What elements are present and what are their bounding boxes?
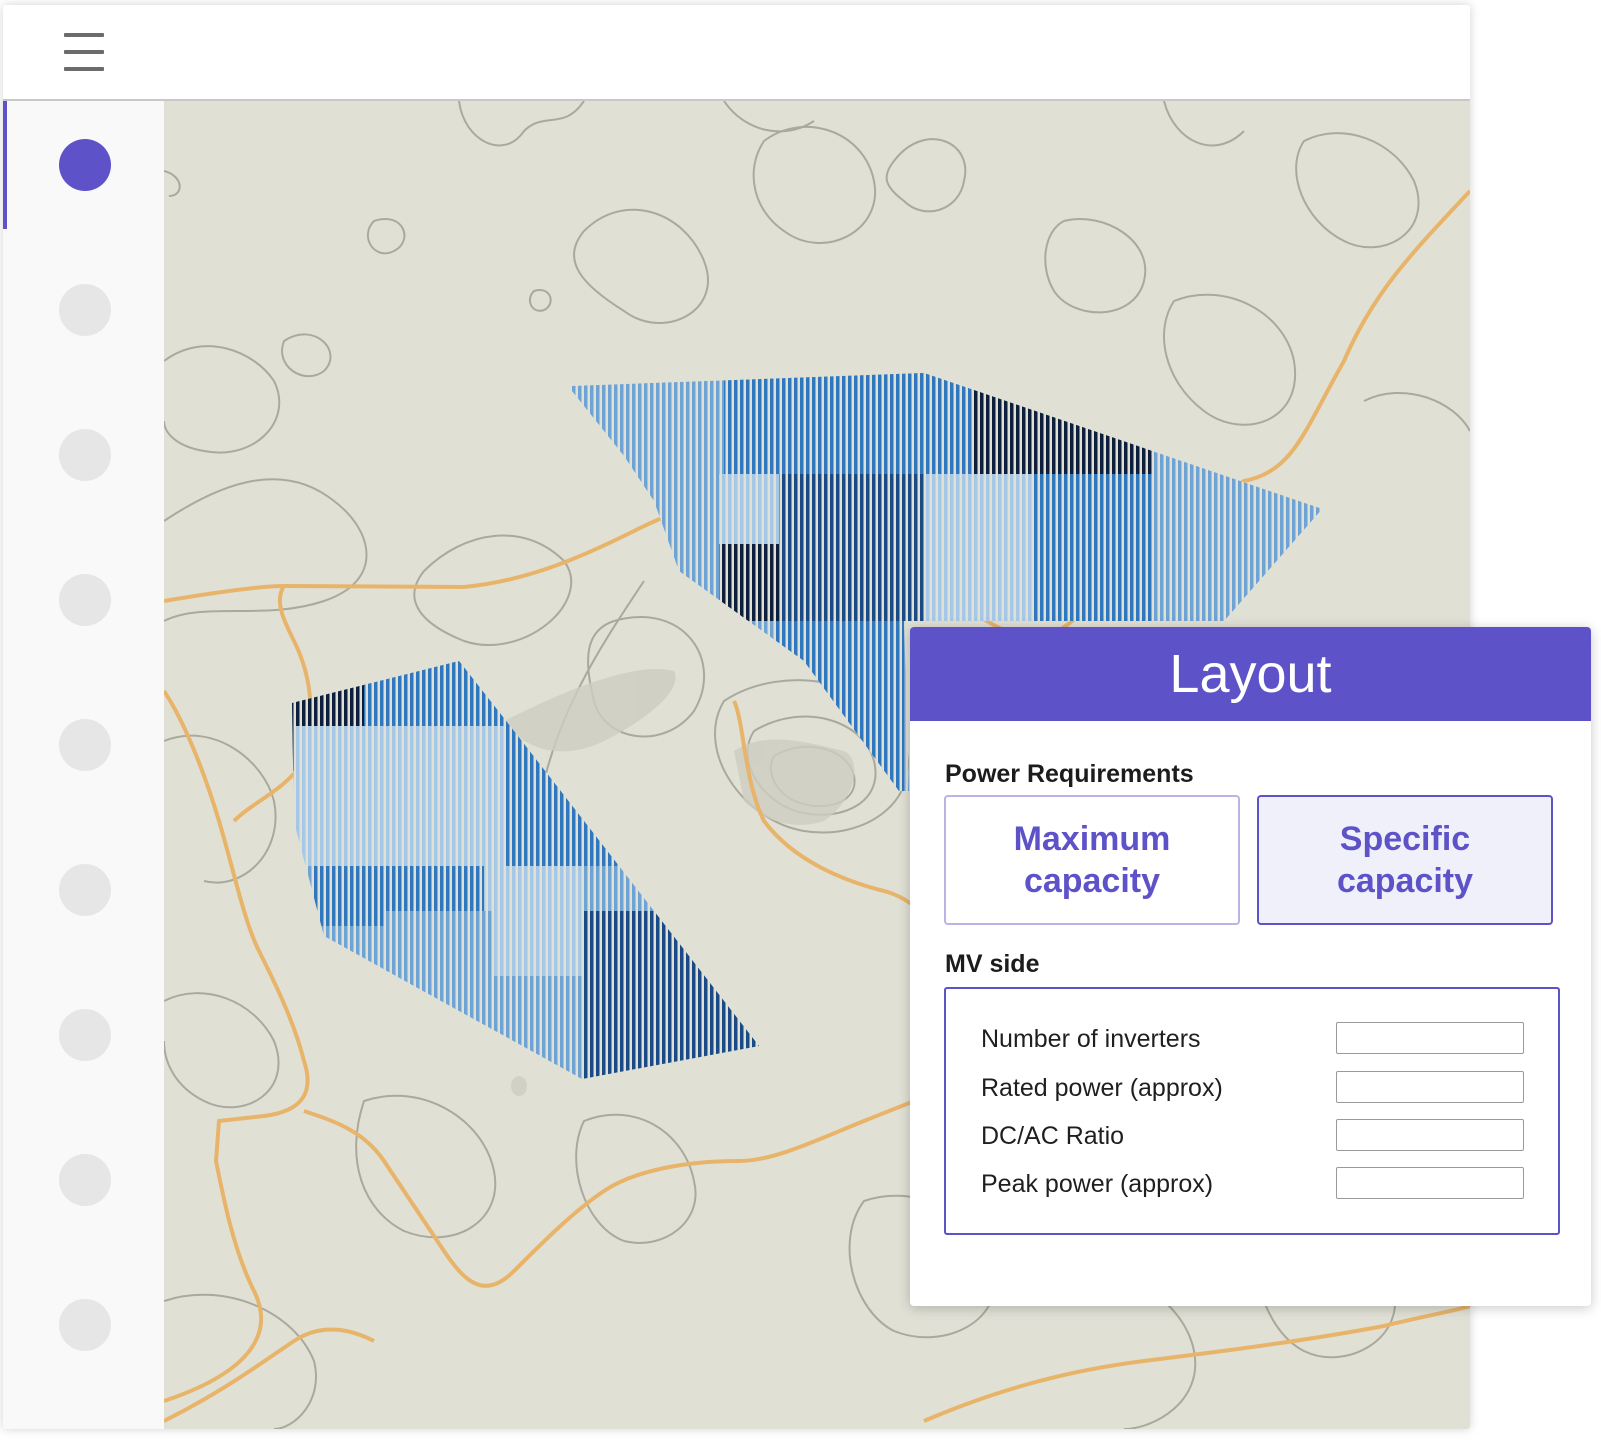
field-label: Number of inverters	[981, 1025, 1201, 1053]
sidebar-item-1[interactable]	[59, 139, 111, 191]
field-label: DC/AC Ratio	[981, 1122, 1125, 1150]
sidebar-item-6[interactable]	[59, 864, 111, 916]
specific-capacity-button[interactable]: Specific capacity	[1257, 795, 1553, 925]
sidebar-item-3[interactable]	[59, 429, 111, 481]
field-label: Rated power (approx)	[981, 1074, 1223, 1102]
sidebar-item-7[interactable]	[59, 1009, 111, 1061]
maximum-capacity-button[interactable]: Maximum capacity	[944, 795, 1240, 925]
sidebar-item-8[interactable]	[59, 1154, 111, 1206]
number-of-inverters-row: Number of inverters	[981, 1022, 1526, 1056]
hamburger-menu-icon[interactable]	[63, 31, 105, 73]
mv-side-label: MV side	[945, 950, 1040, 978]
rated-power-row: Rated power (approx)	[981, 1071, 1526, 1105]
dc-ac-ratio-row: DC/AC Ratio	[981, 1119, 1526, 1153]
sidebar-item-5[interactable]	[59, 719, 111, 771]
peak-power-row: Peak power (approx)	[981, 1167, 1526, 1201]
field-label: Peak power (approx)	[981, 1170, 1214, 1198]
layout-panel: Layout Power Requirements Maximum capaci…	[910, 627, 1591, 1306]
mv-side-group: Number of inverters Rated power (approx)…	[944, 987, 1560, 1235]
panel-title: Layout	[910, 627, 1591, 721]
dc-ac-ratio-input[interactable]	[1336, 1119, 1524, 1151]
power-requirements-label: Power Requirements	[945, 760, 1194, 788]
sidebar-active-indicator	[3, 101, 7, 229]
sidebar-item-2[interactable]	[59, 284, 111, 336]
peak-power-input[interactable]	[1336, 1167, 1524, 1199]
sidebar-item-4[interactable]	[59, 574, 111, 626]
number-of-inverters-input[interactable]	[1336, 1022, 1524, 1054]
rated-power-input[interactable]	[1336, 1071, 1524, 1103]
sidebar-item-9[interactable]	[59, 1299, 111, 1351]
top-bar	[3, 5, 1470, 101]
sidebar	[3, 101, 164, 1429]
